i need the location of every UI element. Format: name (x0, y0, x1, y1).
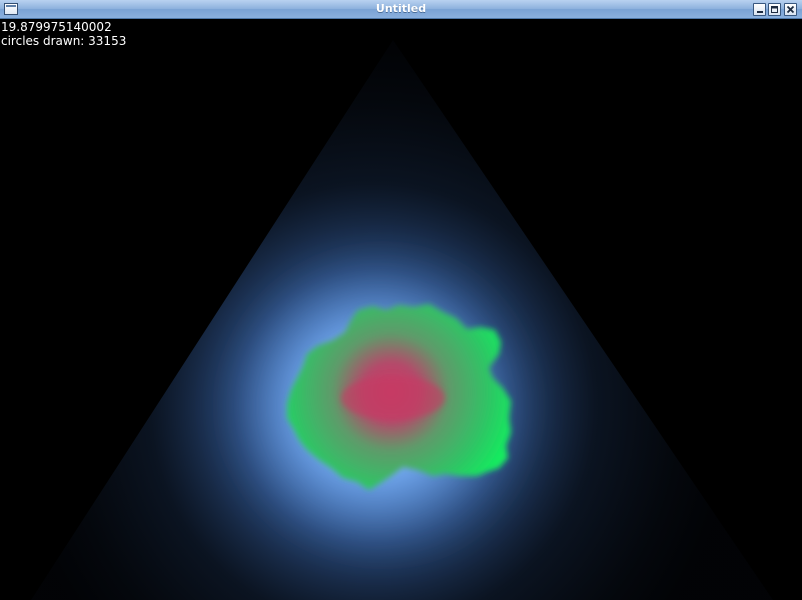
circles-drawn-counter: circles drawn: 33153 (1, 34, 127, 48)
app-window: Untitled 19.879975140002 circles drawn: … (0, 0, 802, 600)
scene-graphic (31, 40, 773, 600)
minimize-icon (757, 11, 763, 13)
elapsed-value: 19.879975140002 (1, 20, 112, 34)
red-core (341, 376, 445, 420)
render-canvas[interactable]: 19.879975140002 circles drawn: 33153 (1, 20, 801, 600)
maximize-button[interactable] (768, 3, 781, 16)
title-bar[interactable]: Untitled (0, 0, 802, 19)
window-title: Untitled (375, 2, 427, 15)
close-icon (786, 5, 795, 14)
hud-overlay: 19.879975140002 circles drawn: 33153 (1, 20, 126, 48)
close-button[interactable] (784, 3, 797, 16)
maximize-icon (771, 6, 778, 13)
minimize-button[interactable] (753, 3, 766, 16)
